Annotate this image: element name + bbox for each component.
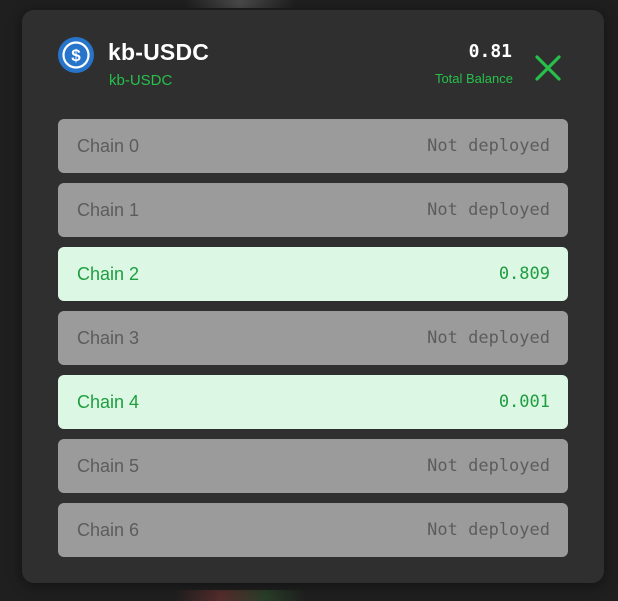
- chain-status: Not deployed: [427, 328, 550, 348]
- close-button[interactable]: [530, 50, 566, 86]
- chain-label: Chain 3: [77, 328, 140, 348]
- chain-status: Not deployed: [427, 520, 550, 540]
- chain-balance: 0.001: [498, 392, 550, 412]
- usdc-dollar-icon: $: [58, 37, 94, 73]
- chain-label: Chain 1: [77, 200, 140, 220]
- chain-label: Chain 4: [77, 392, 140, 412]
- token-name: kb-USDC: [108, 39, 210, 65]
- close-x-icon: [535, 55, 561, 81]
- chain-row-2[interactable]: Chain 2 0.809: [58, 247, 568, 301]
- token-subtitle: kb-USDC: [109, 72, 173, 89]
- chain-label: Chain 5: [77, 456, 140, 476]
- backdrop-glow-top: [185, 0, 295, 8]
- chain-status: Not deployed: [427, 136, 550, 156]
- total-balance-value: 0.81: [468, 41, 512, 62]
- chain-label: Chain 2: [77, 264, 140, 284]
- chain-label: Chain 0: [77, 136, 140, 156]
- chain-list: Chain 0 Not deployed Chain 1 Not deploye…: [58, 119, 568, 567]
- chain-label: Chain 6: [77, 520, 140, 540]
- chain-row-0[interactable]: Chain 0 Not deployed: [58, 119, 568, 173]
- chain-row-4[interactable]: Chain 4 0.001: [58, 375, 568, 429]
- total-balance-label: Total Balance: [434, 71, 513, 86]
- chain-status: Not deployed: [427, 456, 550, 476]
- chain-row-3[interactable]: Chain 3 Not deployed: [58, 311, 568, 365]
- chain-row-6[interactable]: Chain 6 Not deployed: [58, 503, 568, 557]
- backdrop-glow-bottom: [175, 590, 305, 601]
- chain-status: Not deployed: [427, 200, 550, 220]
- chain-balance: 0.809: [498, 264, 550, 284]
- token-balance-modal: $ kb-USDC kb-USDC 0.81 Total Balance Cha…: [22, 10, 604, 583]
- svg-text:$: $: [71, 46, 81, 65]
- chain-row-1[interactable]: Chain 1 Not deployed: [58, 183, 568, 237]
- chain-row-5[interactable]: Chain 5 Not deployed: [58, 439, 568, 493]
